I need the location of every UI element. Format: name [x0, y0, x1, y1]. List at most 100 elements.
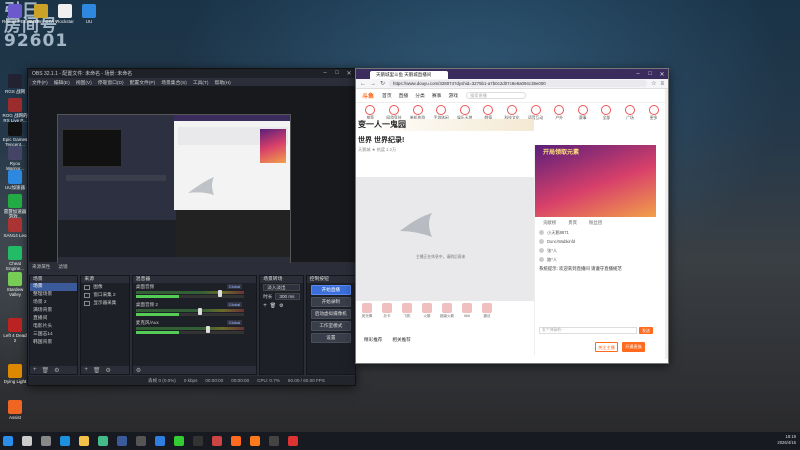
recommend-tab[interactable]: 精彩推荐 — [364, 337, 382, 347]
follow-button[interactable]: 关注主播 — [595, 342, 618, 352]
gift-item[interactable]: 火箭 — [420, 303, 434, 321]
edge-icon[interactable] — [60, 436, 70, 446]
obs-menu-item[interactable]: 场景集合(S) — [161, 79, 187, 86]
volume-slider-knob[interactable] — [205, 326, 210, 333]
scene-item[interactable]: 满场背景 — [30, 307, 77, 315]
firefox-icon[interactable] — [250, 436, 260, 446]
desktop-icon[interactable]: Epic Games Tencent... — [2, 122, 28, 147]
add-icon[interactable]: + — [263, 303, 267, 309]
menu-icon[interactable]: ≡ — [660, 81, 664, 87]
control-button[interactable]: 启动虚拟摄像机 — [310, 309, 352, 319]
wechat-icon[interactable] — [174, 436, 184, 446]
category-item[interactable]: 全部 — [598, 105, 615, 125]
site-nav-item[interactable]: 直播 — [399, 92, 409, 99]
obs-menu-item[interactable]: 工具(T) — [193, 79, 209, 86]
remove-icon[interactable]: 🗑 — [93, 367, 101, 374]
gear-icon[interactable]: ⚙ — [106, 367, 111, 374]
side-tab[interactable]: 粉丝团 — [589, 220, 602, 228]
browser-tab[interactable]: 天鹅城里斗鱼 天鹅城直播间 — [370, 71, 448, 79]
danmu-input[interactable]: 发个弹幕吧~ — [539, 327, 637, 334]
volume-slider-knob[interactable] — [197, 308, 202, 315]
chrome-icon[interactable] — [98, 436, 108, 446]
maximize-icon[interactable]: □ — [331, 70, 343, 77]
obs-menu-item[interactable]: 文件(F) — [32, 79, 48, 86]
davinci-icon[interactable] — [212, 436, 222, 446]
task-view-icon[interactable] — [41, 436, 51, 446]
desktop-icon[interactable]: Left 4 Dead 2 — [2, 318, 28, 343]
forward-icon[interactable]: → — [370, 81, 376, 87]
volume-slider-knob[interactable] — [217, 290, 222, 297]
desktop-icon[interactable]: Rockstar — [52, 4, 78, 24]
back-icon[interactable]: ← — [360, 81, 366, 87]
rank-item[interactable]: Dunc/Wabkinfd — [535, 237, 656, 246]
obs-menu-item[interactable]: 帮助(H) — [215, 79, 231, 86]
rank-item[interactable]: 张*人 — [535, 246, 656, 255]
gift-item[interactable]: 飞机 — [400, 303, 414, 321]
scene-item[interactable]: 场景 — [30, 283, 78, 291]
desktop-icon[interactable]: SAN14 Leo — [2, 218, 28, 238]
scene-item[interactable]: 电影片头 — [30, 323, 77, 331]
steam-icon[interactable] — [117, 436, 127, 446]
source-item[interactable]: 图像 — [81, 283, 128, 291]
close-icon[interactable]: ✕ — [656, 71, 668, 78]
gift-item[interactable]: 办卡 — [380, 303, 394, 321]
side-ad[interactable]: 开局领取元素 — [535, 145, 656, 217]
minimize-icon[interactable]: – — [319, 70, 331, 77]
desktop-icon[interactable]: Ryou Warrior... — [2, 146, 28, 171]
close-icon[interactable]: ✕ — [343, 70, 355, 77]
page-scrollbar[interactable] — [665, 89, 668, 359]
star-icon[interactable]: ☆ — [651, 80, 656, 87]
maximize-icon[interactable]: □ — [644, 71, 656, 77]
category-item[interactable]: 户外 — [551, 105, 568, 125]
site-search-input[interactable]: 搜索直播 — [466, 92, 527, 99]
control-button[interactable]: 工作室模式 — [310, 321, 352, 331]
desktop-icon[interactable]: Assist — [2, 400, 28, 420]
desktop-icon[interactable]: Tencent GTA V — [28, 4, 58, 24]
obs-menu-item[interactable]: 停靠窗口(D) — [98, 79, 124, 86]
add-icon[interactable]: + — [84, 367, 88, 373]
browser-window[interactable]: 天鹅城里斗鱼 天鹅城直播间 – □ ✕ ← → ↻ https://www.do… — [355, 68, 669, 364]
desktop-icon[interactable]: 雷霆加速器 游戏... — [2, 194, 28, 219]
desktop-icon[interactable]: Stardew Valley — [2, 272, 28, 297]
scene-item[interactable]: 三国志14 — [30, 331, 77, 339]
terminal-icon[interactable] — [269, 436, 279, 446]
category-item[interactable]: 更多 — [645, 105, 662, 125]
subscribe-button[interactable]: 开通贵族 — [622, 342, 645, 352]
scene-item[interactable]: 韩国背景 — [30, 339, 77, 347]
site-nav-item[interactable]: 首页 — [382, 92, 392, 99]
epic-icon[interactable] — [193, 436, 203, 446]
side-tab[interactable]: 贡献榜 — [543, 220, 556, 228]
video-player[interactable]: 主播正在休息中，请稍后再来 — [356, 177, 534, 301]
desktop-icon[interactable]: UU — [76, 4, 102, 24]
site-nav-item[interactable]: 赛事 — [432, 92, 442, 99]
scene-item[interactable]: 场景 2 — [30, 299, 77, 307]
gift-item[interactable]: 魔法 — [480, 303, 494, 321]
gift-item[interactable]: 666 — [460, 303, 474, 321]
control-button[interactable]: 开始录制 — [310, 297, 352, 307]
remove-icon[interactable]: 🗑 — [42, 367, 50, 374]
site-nav-item[interactable]: 分类 — [415, 92, 425, 99]
recommend-tab[interactable]: 相关推荐 — [392, 337, 410, 347]
start-icon[interactable] — [3, 436, 13, 446]
obs-window[interactable]: OBS 32.1.1 - 配置文件: 未命名 - 场景: 未命名 – □ ✕ 文… — [27, 68, 357, 386]
search-icon[interactable] — [22, 436, 32, 446]
rank-item[interactable]: 小天鹅8871 — [535, 228, 656, 237]
minimize-icon[interactable]: – — [632, 71, 644, 77]
desktop-icon[interactable]: Dying Light — [2, 364, 28, 384]
explorer-icon[interactable] — [79, 436, 89, 446]
desktop-icon[interactable]: RGS 战网 — [2, 74, 28, 94]
desktop-icon[interactable]: ROG 战网的 RX Live P... — [2, 98, 28, 123]
source-item[interactable]: 窗口采集 2 — [81, 291, 128, 299]
transition-type-select[interactable]: 淡入淡出 — [263, 284, 300, 291]
douyu-icon[interactable] — [231, 436, 241, 446]
site-nav-item[interactable]: 游戏 — [448, 92, 458, 99]
gift-item[interactable]: 超级火箭 — [440, 303, 454, 321]
system-clock[interactable]: 18:19 2026/4/15 — [777, 434, 796, 446]
netease-icon[interactable] — [288, 436, 298, 446]
category-item[interactable]: 广场 — [622, 105, 639, 125]
side-tab[interactable]: 贵宾 — [568, 220, 577, 228]
category-item[interactable]: 赛事 — [574, 105, 591, 125]
scene-item[interactable]: 直播间 — [30, 315, 77, 323]
source-item[interactable]: 显示器采集 — [81, 299, 128, 307]
address-bar[interactable]: https://www.douyu.com/328074?dyshid=3275… — [389, 80, 648, 87]
